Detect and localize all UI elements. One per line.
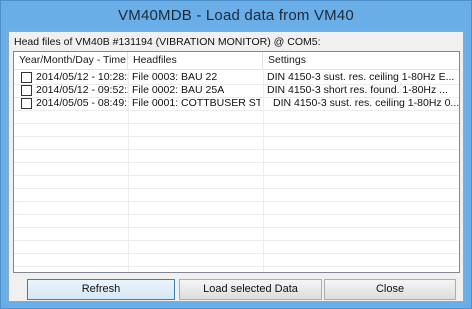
- row-settings: DIN 4150-3 sust. res. ceiling 1-80Hz E..…: [267, 71, 455, 83]
- row-headfile: File 0001: COTTBUSER ST...: [132, 97, 260, 109]
- list-header: Year/Month/Day - Time Headfiles Settings: [14, 52, 459, 70]
- grid-line: [14, 123, 459, 124]
- headfiles-list[interactable]: Year/Month/Day - Time Headfiles Settings: [13, 51, 460, 273]
- window-title: VM40MDB - Load data from VM40: [118, 7, 354, 24]
- grid-line: [14, 136, 459, 137]
- column-header-datetime[interactable]: Year/Month/Day - Time: [14, 52, 128, 70]
- list-body: 2014/05/12 - 10:28:33 File 0003: BAU 22 …: [14, 71, 459, 272]
- row-select-checkbox[interactable]: [21, 85, 32, 96]
- row-datetime: 2014/05/12 - 10:28:33: [36, 71, 128, 83]
- grid-line: [14, 240, 459, 241]
- dialog-window: VM40MDB - Load data from VM40 Head files…: [0, 0, 472, 309]
- row-settings: DIN 4150-3 sust. res. ceiling 1-80Hz 0..…: [273, 97, 460, 109]
- grid-line: [14, 266, 459, 267]
- row-datetime: 2014/05/12 - 09:52:29: [36, 84, 128, 96]
- refresh-button[interactable]: Refresh: [27, 279, 175, 300]
- grid-line: [14, 110, 459, 111]
- load-selected-data-button[interactable]: Load selected Data: [179, 279, 322, 300]
- dialog-client-area: Head files of VM40B #131194 (VIBRATION M…: [8, 31, 464, 302]
- grid-line: [14, 175, 459, 176]
- grid-line: [14, 201, 459, 202]
- row-settings: DIN 4150-3 short res. found. 1-80Hz ...: [267, 84, 448, 96]
- grid-line: [14, 149, 459, 150]
- row-datetime: 2014/05/05 - 08:49:10: [36, 97, 128, 109]
- column-header-settings[interactable]: Settings: [263, 52, 459, 70]
- table-row[interactable]: 2014/05/05 - 08:49:10 File 0001: COTTBUS…: [14, 97, 459, 110]
- row-select-checkbox[interactable]: [21, 98, 32, 109]
- grid-line: [14, 188, 459, 189]
- grid-line: [14, 227, 459, 228]
- row-headfile: File 0003: BAU 22: [132, 71, 218, 83]
- grid-line: [14, 162, 459, 163]
- table-row[interactable]: 2014/05/12 - 10:28:33 File 0003: BAU 22 …: [14, 71, 459, 84]
- column-header-headfiles[interactable]: Headfiles: [128, 52, 263, 70]
- table-row[interactable]: 2014/05/12 - 09:52:29 File 0002: BAU 25A…: [14, 84, 459, 97]
- row-headfile: File 0002: BAU 25A: [132, 84, 225, 96]
- row-select-checkbox[interactable]: [21, 72, 32, 83]
- headfiles-heading: Head files of VM40B #131194 (VIBRATION M…: [14, 36, 321, 48]
- close-button[interactable]: Close: [324, 279, 456, 300]
- grid-line: [14, 253, 459, 254]
- grid-line: [14, 214, 459, 215]
- title-bar[interactable]: VM40MDB - Load data from VM40: [1, 1, 471, 31]
